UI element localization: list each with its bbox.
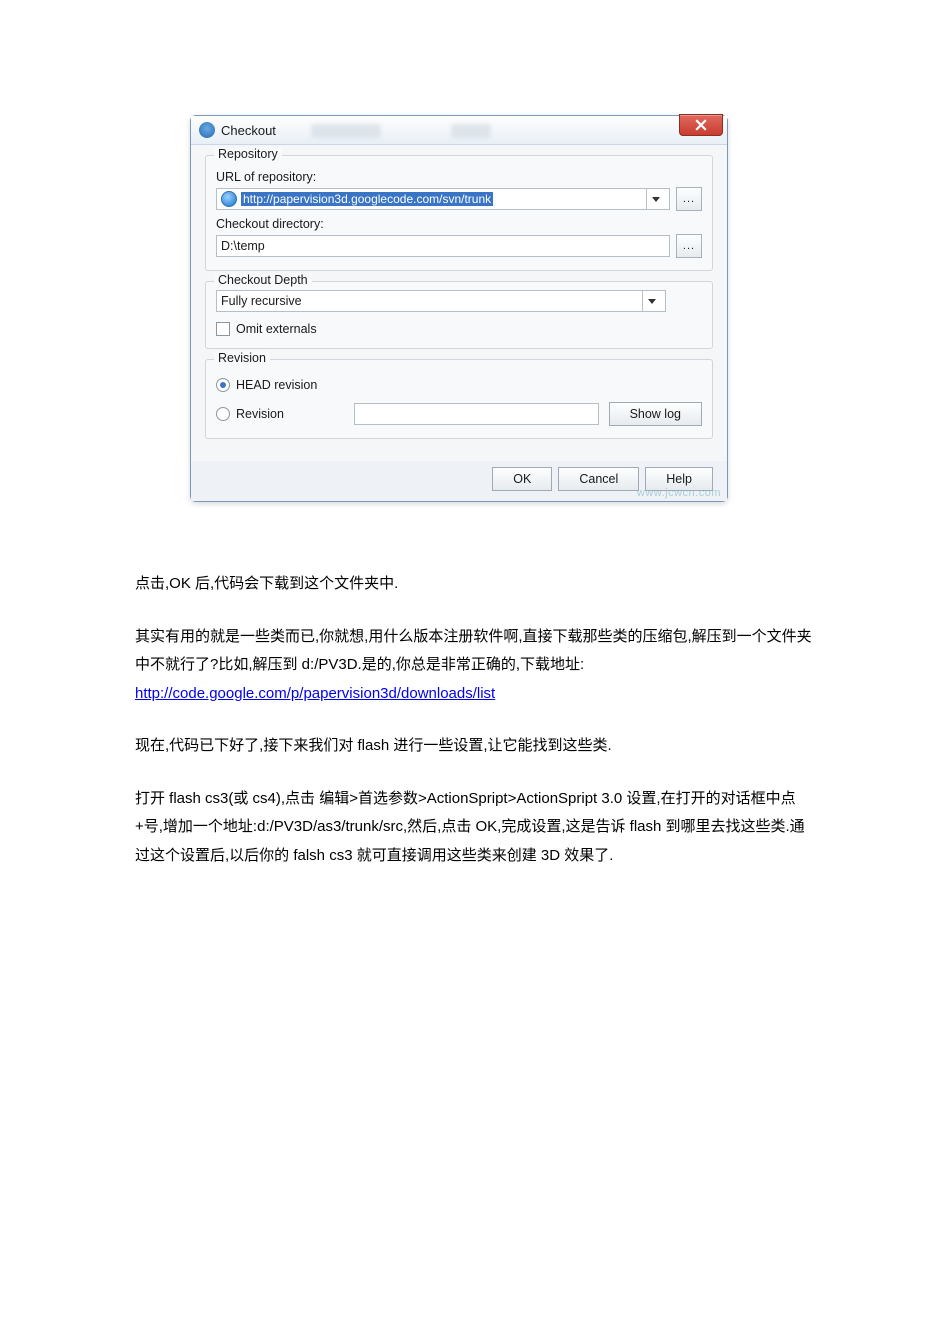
head-revision-radio[interactable]: HEAD revision <box>216 378 702 392</box>
depth-combo[interactable]: Fully recursive <box>216 290 666 312</box>
browse-url-button[interactable]: ... <box>676 187 702 211</box>
close-icon <box>695 119 707 131</box>
revision-input[interactable] <box>354 403 599 425</box>
app-icon <box>199 122 215 138</box>
paragraph: 其实有用的就是一些类而已,你就想,用什么版本注册软件啊,直接下载那些类的压缩包,… <box>135 623 815 709</box>
depth-value: Fully recursive <box>221 294 302 308</box>
watermark: www.jcwcn.com <box>637 487 721 499</box>
titlebar[interactable]: Checkout <box>191 116 727 145</box>
omit-externals-label: Omit externals <box>236 322 317 336</box>
show-log-button[interactable]: Show log <box>609 402 702 426</box>
download-link[interactable]: http://code.google.com/p/papervision3d/d… <box>135 685 495 702</box>
checkbox-icon <box>216 322 230 336</box>
chevron-down-icon[interactable] <box>646 189 665 209</box>
head-revision-label: HEAD revision <box>236 378 317 392</box>
earth-icon <box>221 191 237 207</box>
paragraph: 点击,OK 后,代码会下载到这个文件夹中. <box>135 570 815 599</box>
cancel-button[interactable]: Cancel <box>558 467 639 491</box>
omit-externals-checkbox[interactable]: Omit externals <box>216 322 702 336</box>
directory-value: D:\temp <box>221 239 265 253</box>
blur-decoration <box>451 124 491 138</box>
repository-group: Repository URL of repository: http://pap… <box>205 155 713 271</box>
radio-icon <box>216 407 230 421</box>
directory-input[interactable]: D:\temp <box>216 235 670 257</box>
close-button[interactable] <box>679 114 723 136</box>
revision-group: Revision HEAD revision Revision Show log <box>205 359 713 439</box>
dir-label: Checkout directory: <box>216 217 702 231</box>
dialog-body: Repository URL of repository: http://pap… <box>191 145 727 461</box>
revision-label: Revision <box>236 407 284 421</box>
depth-group: Checkout Depth Fully recursive Omit exte… <box>205 281 713 349</box>
chevron-down-icon[interactable] <box>642 291 661 311</box>
revision-radio[interactable]: Revision <box>216 407 284 421</box>
paragraph: 打开 flash cs3(或 cs4),点击 编辑>首选参数>ActionSpr… <box>135 785 815 871</box>
revision-group-label: Revision <box>214 351 270 365</box>
window-title: Checkout <box>221 123 276 138</box>
paragraph: 现在,代码已下好了,接下来我们对 flash 进行一些设置,让它能找到这些类. <box>135 732 815 761</box>
checkout-dialog: Checkout Repository URL of repository: h… <box>190 115 728 502</box>
repository-group-label: Repository <box>214 147 282 161</box>
article-text: 点击,OK 后,代码会下载到这个文件夹中. 其实有用的就是一些类而已,你就想,用… <box>135 570 815 870</box>
browse-dir-button[interactable]: ... <box>676 234 702 258</box>
ok-button[interactable]: OK <box>492 467 552 491</box>
blur-decoration <box>311 124 381 138</box>
radio-checked-icon <box>216 378 230 392</box>
url-combo[interactable]: http://papervision3d.googlecode.com/svn/… <box>216 188 670 210</box>
url-value: http://papervision3d.googlecode.com/svn/… <box>241 192 493 206</box>
button-row: OK Cancel Help www.jcwcn.com <box>191 461 727 501</box>
depth-group-label: Checkout Depth <box>214 273 312 287</box>
url-label: URL of repository: <box>216 170 702 184</box>
